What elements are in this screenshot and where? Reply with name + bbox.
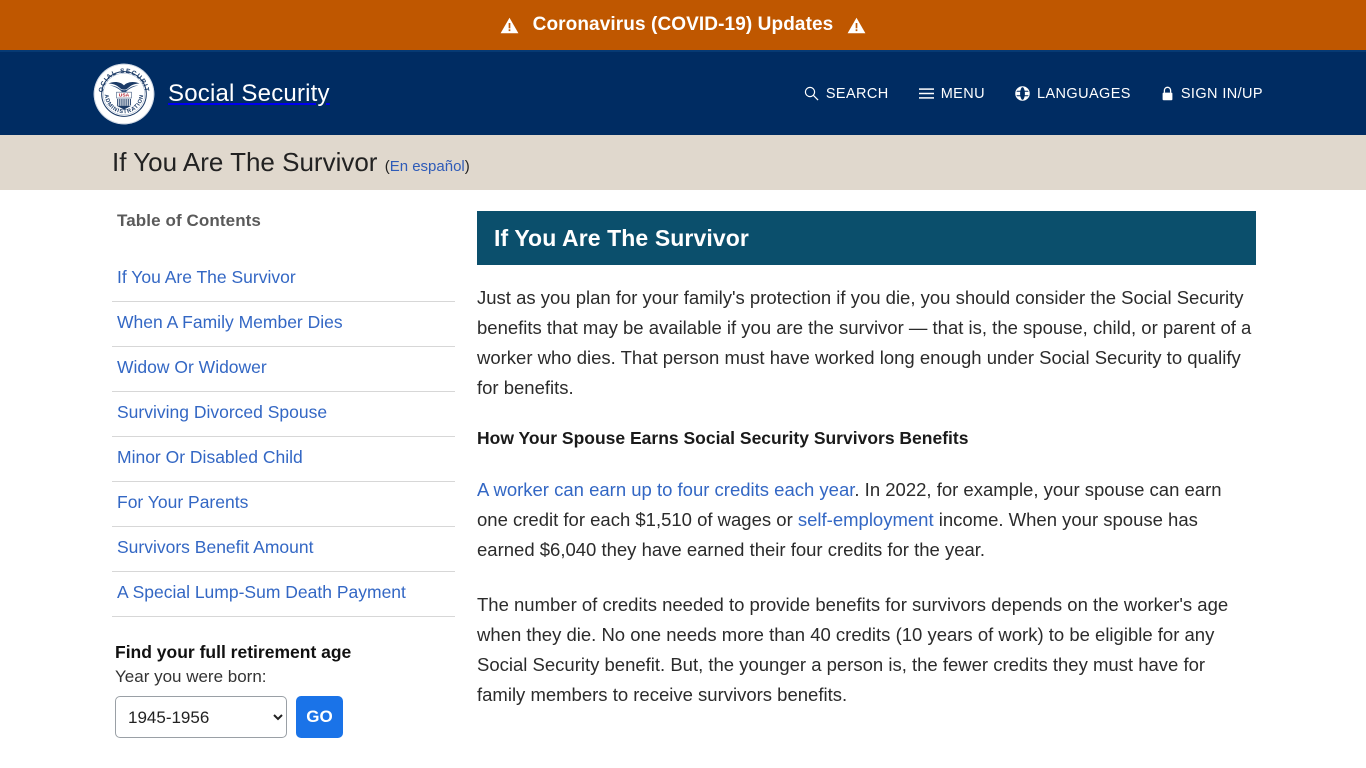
sidebar: Table of Contents If You Are The Survivo…	[112, 211, 455, 738]
retirement-tool-heading: Find your full retirement age	[115, 642, 352, 662]
spanish-version-link[interactable]: En español	[390, 158, 465, 175]
birth-year-label: Year you were born:	[115, 667, 267, 686]
nav-sign-in-up-button[interactable]: SIGN IN/UP	[1161, 86, 1263, 102]
warning-triangle-icon	[500, 17, 519, 34]
main-navigation: SEARCH MENU LANGUAGES SIGN IN/UP	[804, 86, 1263, 102]
sidebar-item-widow-or-widower[interactable]: Widow Or Widower	[112, 347, 455, 391]
sidebar-item-when-a-family-member-dies[interactable]: When A Family Member Dies	[112, 302, 455, 346]
hamburger-menu-icon	[918, 87, 934, 100]
warning-triangle-icon	[847, 17, 866, 34]
table-of-contents-list: If You Are The Survivor When A Family Me…	[112, 257, 455, 617]
four-credits-link[interactable]: A worker can earn up to four credits eac…	[477, 479, 854, 500]
page-body: Table of Contents If You Are The Survivo…	[0, 190, 1366, 738]
svg-text:USA: USA	[119, 92, 130, 98]
main-content: If You Are The Survivor Just as you plan…	[477, 211, 1256, 738]
sidebar-item-surviving-divorced-spouse[interactable]: Surviving Divorced Spouse	[112, 392, 455, 436]
list-item[interactable]: Widow Or Widower	[112, 347, 455, 392]
content-banner: If You Are The Survivor	[477, 211, 1256, 265]
list-item[interactable]: Minor Or Disabled Child	[112, 437, 455, 482]
page-title-band: If You Are The Survivor (En español)	[0, 135, 1366, 190]
page-title: If You Are The Survivor (En español)	[112, 147, 470, 178]
covid-alert-bar[interactable]: Coronavirus (COVID-19) Updates	[0, 0, 1366, 50]
sidebar-item-a-special-lump-sum-death-payment[interactable]: A Special Lump-Sum Death Payment	[112, 572, 455, 616]
list-item[interactable]: For Your Parents	[112, 482, 455, 527]
list-item[interactable]: A Special Lump-Sum Death Payment	[112, 572, 455, 617]
nav-languages-button[interactable]: LANGUAGES	[1015, 86, 1131, 102]
content-banner-title: If You Are The Survivor	[494, 224, 749, 251]
self-employment-link[interactable]: self-employment	[798, 509, 934, 530]
nav-languages-label: LANGUAGES	[1036, 85, 1131, 102]
list-item[interactable]: Survivors Benefit Amount	[112, 527, 455, 572]
covid-alert-text: Coronavirus (COVID-19) Updates	[532, 14, 834, 35]
page-title-text: If You Are The Survivor	[112, 147, 378, 177]
paragraph-credits: A worker can earn up to four credits eac…	[477, 475, 1256, 565]
paragraph-intro: Just as you plan for your family's prote…	[477, 287, 1252, 398]
paragraph-credits-needed: The number of credits needed to provide …	[477, 594, 1229, 705]
nav-menu-label: MENU	[940, 85, 985, 102]
go-button[interactable]: GO	[296, 696, 343, 738]
list-item[interactable]: Surviving Divorced Spouse	[112, 392, 455, 437]
nav-menu-button[interactable]: MENU	[918, 85, 985, 102]
section-heading-how-spouse-earns: How Your Spouse Earns Social Security Su…	[477, 428, 969, 448]
list-item[interactable]: If You Are The Survivor	[112, 257, 455, 302]
nav-search-label: SEARCH	[825, 85, 889, 102]
retirement-tool-controls: 1945-1956 GO	[115, 696, 455, 738]
sidebar-item-survivors-benefit-amount[interactable]: Survivors Benefit Amount	[112, 527, 455, 571]
site-header: SOCIAL SECURITY ADMINISTRATION USA	[0, 50, 1366, 135]
table-of-contents-heading: Table of Contents	[117, 211, 261, 230]
list-item[interactable]: When A Family Member Dies	[112, 302, 455, 347]
search-icon	[804, 86, 819, 101]
lock-icon	[1161, 86, 1174, 101]
nav-search-button[interactable]: SEARCH	[804, 86, 889, 102]
sidebar-item-minor-or-disabled-child[interactable]: Minor Or Disabled Child	[112, 437, 455, 481]
site-logo-link[interactable]: SOCIAL SECURITY ADMINISTRATION USA	[93, 63, 330, 125]
sidebar-item-for-your-parents[interactable]: For Your Parents	[112, 482, 455, 526]
birth-year-select[interactable]: 1945-1956	[115, 696, 287, 738]
nav-sign-in-up-label: SIGN IN/UP	[1180, 85, 1263, 102]
retirement-age-tool: Find your full retirement age Year you w…	[115, 642, 455, 738]
page-title-paren-close: )	[464, 158, 470, 175]
globe-icon	[1015, 86, 1030, 101]
brand-title: Social Security	[168, 79, 330, 107]
ssa-seal-icon: SOCIAL SECURITY ADMINISTRATION USA	[93, 63, 155, 125]
sidebar-item-if-you-are-the-survivor[interactable]: If You Are The Survivor	[112, 257, 455, 301]
